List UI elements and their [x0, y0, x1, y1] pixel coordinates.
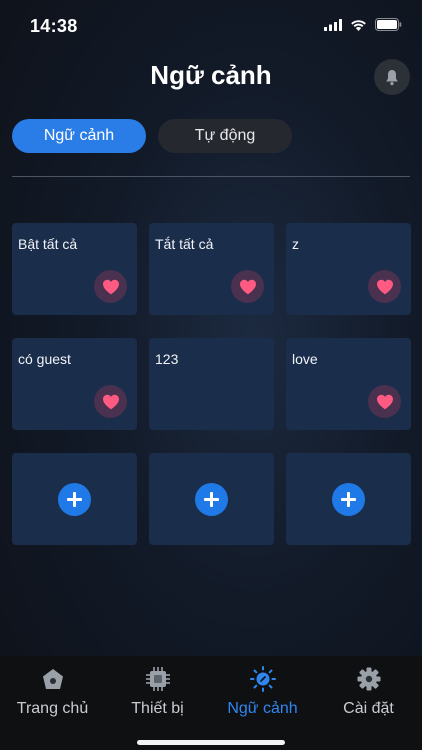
status-bar: 14:38 [0, 0, 422, 52]
heart-icon [102, 279, 119, 294]
scene-card[interactable]: love [286, 338, 411, 430]
scene-grid: Bật tất cả Tắt tất cả z có guest 123 lov… [12, 223, 411, 545]
favorite-button[interactable] [94, 385, 127, 418]
notification-button[interactable] [374, 59, 410, 95]
scene-label: Tắt tất cả [155, 236, 214, 252]
bell-icon [386, 69, 398, 85]
home-icon [42, 669, 63, 689]
scene-icon [249, 666, 276, 692]
scene-card[interactable]: 123 [149, 338, 274, 430]
tab-automation[interactable]: Tự động [158, 119, 292, 153]
chip-icon [145, 667, 170, 691]
nav-label: Trang chủ [16, 700, 89, 717]
add-scene-button[interactable] [58, 482, 91, 516]
heart-icon [376, 394, 393, 409]
scene-label: 123 [155, 351, 179, 367]
add-scene-button[interactable] [332, 482, 365, 516]
status-icons [324, 18, 402, 31]
scene-card[interactable]: có guest [12, 338, 137, 430]
heart-icon [239, 279, 256, 294]
page-title: Ngữ cảnh [150, 60, 272, 90]
scene-label: có guest [18, 351, 71, 367]
nav-label: Thiết bị [131, 700, 184, 717]
favorite-button[interactable] [368, 385, 401, 418]
scene-label: love [292, 351, 318, 367]
nav-item-scenes[interactable]: Ngữ cảnh [210, 666, 315, 718]
add-scene-button[interactable] [195, 482, 228, 516]
add-scene-card[interactable] [149, 453, 274, 545]
favorite-button[interactable] [368, 270, 401, 303]
battery-icon [375, 18, 402, 31]
tab-scenes[interactable]: Ngữ cảnh [12, 119, 146, 153]
nav-label: Cài đặt [343, 700, 394, 717]
nav-item-devices[interactable]: Thiết bị [105, 666, 210, 718]
nav-label: Ngữ cảnh [227, 700, 298, 717]
plus-icon [341, 491, 356, 507]
home-indicator [137, 740, 285, 745]
scene-label: z [292, 236, 299, 252]
heart-icon [376, 279, 393, 294]
scene-card[interactable]: Bật tất cả [12, 223, 137, 315]
favorite-button[interactable] [94, 270, 127, 303]
wifi-icon [351, 19, 366, 31]
gear-icon [357, 667, 380, 691]
nav-item-settings[interactable]: Cài đặt [316, 666, 421, 718]
cellular-signal-icon [324, 18, 342, 31]
favorite-button[interactable] [231, 270, 264, 303]
plus-icon [67, 491, 82, 507]
bottom-nav: Trang chủ Thiết bị Ngữ cảnh Cài đặt [0, 656, 422, 750]
scene-card[interactable]: Tắt tất cả [149, 223, 274, 315]
nav-item-home[interactable]: Trang chủ [0, 666, 105, 718]
add-scene-card[interactable] [286, 453, 411, 545]
heart-icon [102, 394, 119, 409]
plus-icon [204, 491, 219, 507]
scene-card[interactable]: z [286, 223, 411, 315]
scene-label: Bật tất cả [18, 236, 78, 252]
divider [12, 176, 410, 177]
add-scene-card[interactable] [12, 453, 137, 545]
status-time: 14:38 [30, 16, 78, 36]
